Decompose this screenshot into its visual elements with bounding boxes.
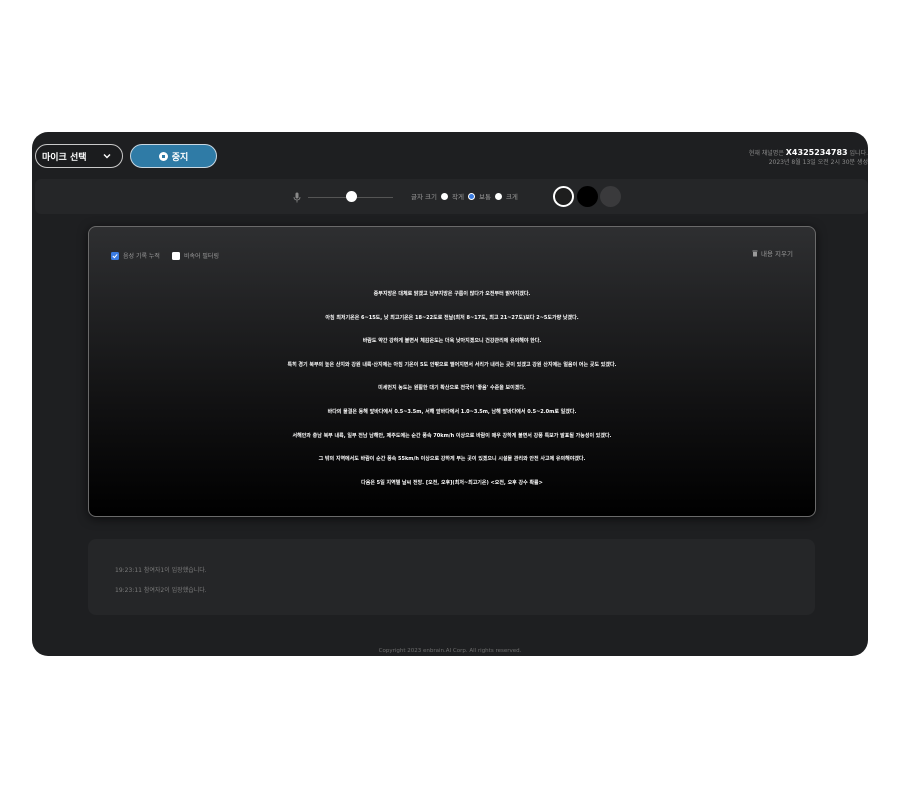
transcript-options: 음성 기록 누적 비속어 필터링 bbox=[111, 251, 219, 260]
log-entry: 19:23:11 참여자1이 입장했습니다. bbox=[115, 567, 207, 574]
channel-info: 현재 채널명은 X4325234783 입니다. 2023년 8월 13일 오전… bbox=[749, 148, 868, 167]
trash-icon bbox=[752, 250, 758, 256]
microphone-icon bbox=[293, 192, 301, 203]
font-size-radio-normal[interactable] bbox=[467, 192, 475, 200]
theme-black-button[interactable] bbox=[577, 186, 598, 207]
controls-bar: 글자 크기 작게 보통 크게 bbox=[35, 179, 868, 214]
transcript-line: 미세먼지 농도는 원활한 대기 확산으로 전국이 '좋음' 수준을 보이겠다. bbox=[378, 385, 526, 392]
profanity-filter-checkbox[interactable] bbox=[171, 251, 180, 260]
transcript-line: 중부지방은 대체로 맑겠고 남부지방은 구름이 많다가 오전부터 맑아지겠다. bbox=[373, 291, 531, 297]
app-window: 마이크 선택 중지 현재 채널명은 X4325234783 입니다. 2023년… bbox=[32, 132, 868, 656]
mic-select-label: 마이크 선택 bbox=[42, 152, 87, 163]
transcript-lines: 중부지방은 대체로 맑겠고 남부지방은 구름이 많다가 오전부터 맑아지겠다. … bbox=[89, 283, 815, 495]
transcript-line: 그 밖의 지역에서도 바람이 순간 풍속 55km/h 이상으로 강하게 부는 … bbox=[318, 456, 586, 463]
profanity-filter-label: 비속어 필터링 bbox=[183, 253, 219, 260]
theme-white-button[interactable] bbox=[553, 186, 574, 207]
log-entry: 19:23:11 참여자2이 입장했습니다. bbox=[115, 587, 207, 594]
copyright-text: Copyright 2023 enbrain.AI Corp. All righ… bbox=[378, 648, 522, 654]
transcript-line: 바람도 약간 강하게 불면서 체감온도는 더욱 낮아지겠으니 건강관리에 유의해… bbox=[362, 338, 542, 345]
chevron-down-icon bbox=[103, 154, 111, 159]
channel-prefix: 현재 채널명은 bbox=[748, 150, 784, 157]
stop-label: 중지 bbox=[171, 152, 189, 163]
participant-log-panel: 19:23:11 참여자1이 입장했습니다. 19:23:11 참여자2이 입장… bbox=[88, 539, 815, 615]
font-size-option-normal: 보통 bbox=[478, 193, 491, 201]
stop-icon bbox=[158, 151, 168, 161]
font-size-radio-large[interactable] bbox=[494, 192, 502, 200]
clear-content-button[interactable]: 내용 지우기 bbox=[752, 248, 793, 258]
font-size-label: 글자 크기 bbox=[411, 193, 437, 201]
check-icon bbox=[112, 253, 118, 258]
theme-gray-button[interactable] bbox=[600, 186, 621, 207]
accumulate-label: 음성 기록 누적 bbox=[123, 253, 160, 260]
clear-content-label: 내용 지우기 bbox=[761, 250, 793, 258]
transcript-line: 바다의 물결은 동해 앞바다에서 0.5~3.5m, 서해 앞바다에서 1.0~… bbox=[327, 408, 577, 415]
mic-select-dropdown[interactable]: 마이크 선택 bbox=[35, 144, 123, 168]
transcript-line: 아침 최저기온은 6~15도, 낮 최고기온은 18~22도로 전날(최저 8~… bbox=[325, 314, 579, 321]
created-at: 2023년 8월 13일 오전 2시 30분 생성 bbox=[768, 159, 868, 166]
transcript-line: 특히 경기 북부의 높은 산지와 강원 내륙·산지에는 아침 기온이 5도 안팎… bbox=[287, 361, 617, 368]
stop-button[interactable]: 중지 bbox=[130, 144, 217, 168]
transcript-line: 다음은 5일 지역별 날씨 전망. [오전, 오후](최저~최고기온) <오전,… bbox=[361, 479, 543, 486]
font-size-option-small: 작게 bbox=[452, 193, 464, 201]
volume-slider-handle[interactable] bbox=[346, 191, 357, 202]
transcript-panel: 음성 기록 누적 비속어 필터링 내용 지우기 중부지방은 대체로 맑겠고 남부… bbox=[88, 226, 816, 517]
accumulate-checkbox[interactable] bbox=[111, 251, 119, 260]
font-size-option-large: 크게 bbox=[505, 193, 518, 201]
channel-suffix: 입니다. bbox=[849, 150, 868, 157]
channel-code: X4325234783 bbox=[785, 148, 848, 157]
font-size-group: 글자 크기 작게 보통 크게 bbox=[411, 190, 518, 202]
transcript-line: 서해안과 충남 북부 내륙, 일부 전남 남해안, 제주도에는 순간 풍속 70… bbox=[292, 432, 612, 439]
font-size-radio-small[interactable] bbox=[441, 192, 448, 200]
